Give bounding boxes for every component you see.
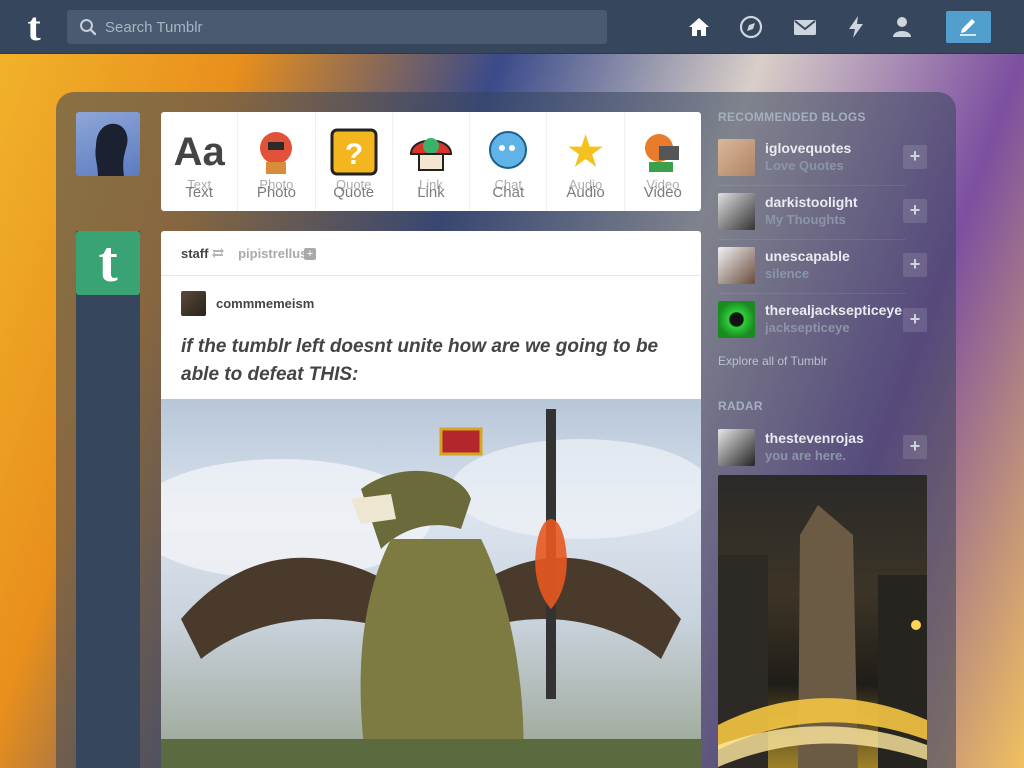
blog-avatar	[718, 193, 755, 230]
radar-post-image[interactable]	[718, 475, 927, 768]
post-video-button[interactable]: Video Video	[625, 112, 701, 211]
blog-avatar	[718, 139, 755, 176]
dinosaur-illustration	[161, 409, 701, 768]
post-header: staff pipistrellus +	[161, 231, 701, 276]
svg-text:?: ?	[345, 138, 363, 171]
original-poster: commmemeism	[181, 291, 481, 317]
follow-radar-plus-icon[interactable]: +	[903, 435, 927, 459]
dashboard-post: staff pipistrellus + commmemeism if the …	[161, 231, 701, 768]
compose-button[interactable]	[946, 11, 991, 43]
blog-avatar	[718, 247, 755, 284]
reblog-icon	[212, 248, 224, 258]
post-chat-label: Chat	[492, 184, 525, 201]
video-icon	[635, 124, 691, 180]
post-image[interactable]	[161, 399, 701, 768]
follow-blog-plus-icon[interactable]: +	[903, 199, 927, 223]
post-video-label: Video	[643, 184, 682, 201]
text-icon: Aa	[173, 130, 225, 174]
post-photo-label: Photo	[256, 184, 297, 201]
post-photo-button[interactable]: Photo Photo	[238, 112, 316, 211]
quote-icon: ?	[326, 124, 382, 180]
tumblr-logo[interactable]: t	[16, 7, 52, 47]
user-avatar[interactable]	[76, 112, 140, 176]
post-quote-button[interactable]: ? Quote Quote	[316, 112, 393, 211]
follow-plus-icon[interactable]: +	[304, 248, 316, 260]
silhouette-icon	[95, 123, 128, 176]
chat-icon	[480, 124, 536, 180]
poster-avatar[interactable]	[181, 291, 206, 316]
recommended-blogs-heading: RECOMMENDED BLOGS	[718, 110, 866, 124]
follow-blog-plus-icon[interactable]: +	[903, 253, 927, 277]
post-quote-label: Quote	[333, 184, 375, 201]
explore-all-link[interactable]: Explore all of Tumblr	[718, 354, 827, 368]
post-text-button[interactable]: Aa Text Text	[161, 112, 239, 211]
account-icon[interactable]	[889, 14, 915, 40]
post-link-button[interactable]: Link Link	[393, 112, 471, 211]
inbox-icon[interactable]	[792, 14, 818, 40]
post-type-bar: Aa Text Text Photo Photo ? Quote Quote L…	[161, 112, 701, 211]
city-night-photo	[718, 505, 927, 768]
blog-name[interactable]: iglovequotes	[765, 140, 905, 156]
post-avatar-rail	[76, 231, 140, 768]
top-navigation-bar: t	[0, 0, 1024, 54]
compose-icon	[960, 19, 976, 36]
post-text-label: Text	[185, 184, 213, 201]
post-chat-button[interactable]: Chat Chat	[470, 112, 548, 211]
search-box[interactable]	[67, 10, 607, 44]
post-author-link[interactable]: staff	[181, 246, 208, 261]
radar-heading: RADAR	[718, 399, 763, 413]
post-title: if the tumblr left doesnt unite how are …	[181, 336, 659, 385]
poster-name[interactable]: commmemeism	[216, 296, 314, 311]
photo-icon	[248, 124, 304, 180]
follow-blog-plus-icon[interactable]: +	[903, 308, 927, 332]
follow-blog-plus-icon[interactable]: +	[903, 145, 927, 169]
blog-subtitle: silence	[765, 266, 810, 281]
post-audio-button[interactable]: ★ Audio Audio	[547, 112, 625, 211]
activity-icon[interactable]	[843, 14, 869, 40]
link-icon	[403, 124, 459, 180]
blog-name[interactable]: darkistoolight	[765, 194, 905, 210]
audio-icon: ★	[567, 130, 604, 174]
radar-blog-subtitle: you are here.	[765, 448, 846, 463]
blog-subtitle: jacksepticeye	[765, 320, 850, 335]
blog-avatar	[718, 301, 755, 338]
search-input[interactable]	[105, 10, 595, 44]
home-icon[interactable]	[686, 14, 712, 40]
radar-avatar	[718, 429, 755, 466]
radar-blog-name[interactable]: thestevenrojas	[765, 430, 905, 446]
reblog-source-link[interactable]: pipistrellus	[238, 246, 307, 261]
post-audio-label: Audio	[566, 184, 605, 201]
explore-icon[interactable]	[738, 14, 764, 40]
post-link-label: Link	[417, 184, 445, 201]
search-icon	[80, 19, 97, 36]
staff-avatar[interactable]: t	[76, 231, 140, 295]
blog-subtitle: Love Quotes	[765, 158, 844, 173]
blog-name[interactable]: unescapable	[765, 248, 905, 264]
blog-name[interactable]: therealjacksepticeye	[765, 302, 905, 318]
blog-subtitle: My Thoughts	[765, 212, 846, 227]
